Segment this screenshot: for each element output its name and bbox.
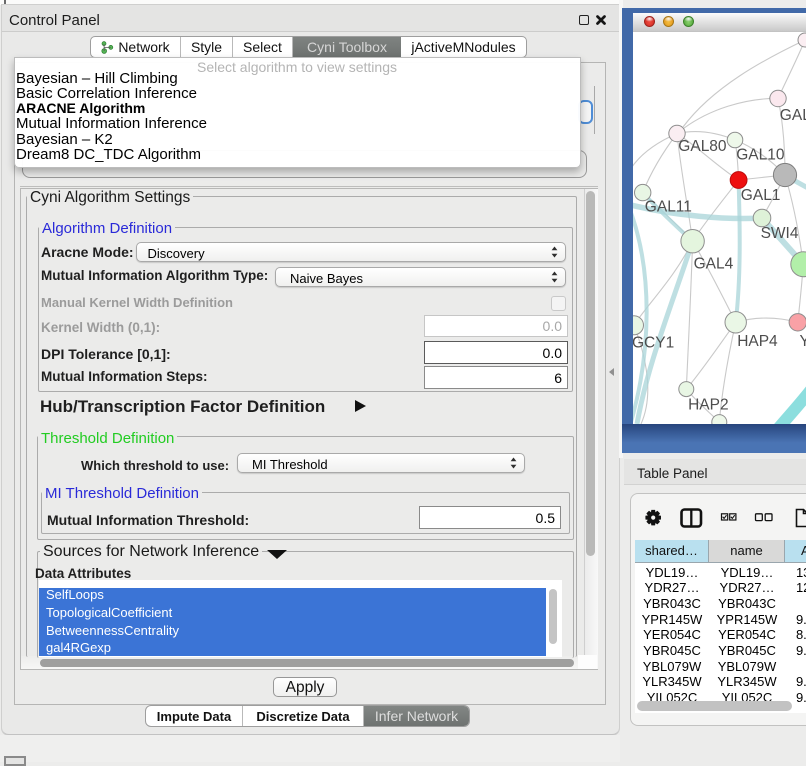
svg-text:GAL1: GAL1 — [741, 187, 781, 204]
svg-text:GAL80: GAL80 — [678, 138, 727, 155]
svg-text:HAP4: HAP4 — [737, 333, 778, 350]
svg-text:GAL4: GAL4 — [694, 256, 734, 273]
svg-text:GAL10: GAL10 — [736, 146, 785, 163]
svg-text:HAP2: HAP2 — [688, 397, 729, 414]
svg-text:GAL11: GAL11 — [645, 199, 692, 216]
svg-text:GCY1: GCY1 — [633, 335, 674, 352]
svg-text:GAL7: GAL7 — [780, 107, 806, 124]
svg-text:SWI4: SWI4 — [761, 225, 799, 242]
svg-text:YJL2: YJL2 — [800, 333, 806, 350]
